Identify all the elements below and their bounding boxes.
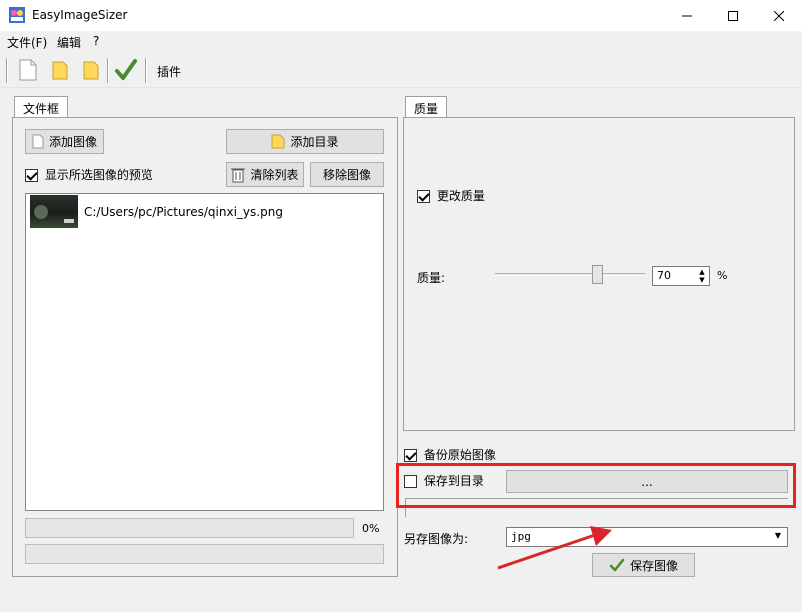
show-preview-checkbox[interactable]: 显示所选图像的预览 [25,166,153,183]
close-icon [774,10,784,21]
add-image-button[interactable]: 添加图像 [25,129,104,154]
menu-bar: 文件(F) 编辑 ? [0,31,802,52]
trash-icon [231,168,246,182]
tab-files[interactable]: 文件框 [14,96,69,118]
quality-slider-thumb[interactable] [592,265,603,284]
clear-list-button[interactable]: 清除列表 [226,162,304,187]
backup-check[interactable] [404,449,417,462]
window-title: EasyImageSizer [32,8,128,22]
plugin-menu[interactable]: 插件 [157,63,181,80]
change-quality-checkbox[interactable]: 更改质量 [417,187,485,204]
title-bar: EasyImageSizer [0,0,802,31]
change-quality-check[interactable] [417,190,430,203]
toolbar-separator [107,58,109,83]
maximize-button[interactable] [710,0,756,31]
quality-label: 质量: [417,271,446,285]
menu-edit[interactable]: 编辑 [57,34,81,51]
list-item[interactable]: C:/Users/pc/Pictures/qinxi_ys.png [30,195,380,229]
new-button[interactable] [14,56,42,84]
open-folder-button[interactable] [77,56,105,84]
toolbar-separator [145,58,147,83]
tab-quality[interactable]: 质量 [405,96,448,118]
add-directory-button[interactable]: 添加目录 [226,129,384,154]
add-directory-label: 添加目录 [290,135,339,149]
show-preview-label: 显示所选图像的预览 [44,168,153,182]
toolbar: 插件 [0,52,802,88]
clear-list-label: 清除列表 [250,168,299,182]
spin-down-icon[interactable]: ▼ [695,276,709,284]
show-preview-check[interactable] [25,169,38,182]
progress-percent: 0% [362,522,380,535]
new-file-icon [19,59,37,81]
quality-slider-track[interactable] [495,273,645,276]
file-path: C:/Users/pc/Pictures/qinxi_ys.png [84,205,283,219]
file-list[interactable]: C:/Users/pc/Pictures/qinxi_ys.png [25,193,384,511]
folder-icon [83,61,99,80]
chevron-down-icon[interactable]: ▼ [771,531,785,543]
image-file-icon [32,134,44,149]
annotation-arrow [497,526,612,570]
open-file-button[interactable] [46,56,74,84]
quality-spinbox[interactable]: 70 ▲ ▼ [652,266,710,286]
remove-image-label: 移除图像 [322,168,371,182]
toolbar-grip [6,58,8,83]
add-image-label: 添加图像 [48,135,97,149]
quality-value: 70 [657,269,671,282]
spin-up-icon[interactable]: ▲ [695,268,709,276]
maximize-icon [728,10,738,21]
minimize-icon [682,15,692,16]
app-icon [9,7,25,23]
change-quality-label: 更改质量 [436,189,485,203]
minimize-button[interactable] [664,0,710,31]
close-button[interactable] [756,0,802,31]
menu-file[interactable]: 文件(F) [7,34,47,51]
backup-label: 备份原始图像 [423,448,496,462]
status-bar [25,544,384,564]
checkmark-icon [115,59,137,80]
image-thumbnail [30,195,78,228]
open-folder-icon [52,61,68,80]
highlight-box [396,463,796,508]
remove-image-button[interactable]: 移除图像 [310,162,384,187]
save-as-label: 另存图像为: [404,532,469,546]
save-image-label: 保存图像 [629,558,678,573]
progress-bar [25,518,354,538]
percent-sign: % [717,269,728,282]
backup-checkbox[interactable]: 备份原始图像 [404,446,496,463]
menu-help[interactable]: ? [93,34,99,48]
process-button[interactable] [112,56,140,84]
folder-icon [271,134,285,149]
